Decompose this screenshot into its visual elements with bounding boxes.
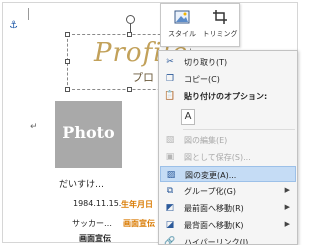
hobby-label: 画面宣伝: [123, 219, 155, 228]
anchor-icon[interactable]: ⚓: [9, 20, 18, 31]
menu-item-bring-to-front[interactable]: ◩ 最前面へ移動(R) ▶: [160, 200, 296, 216]
menu-item-label: 貼り付けのオプション:: [184, 92, 268, 101]
resize-handle-s[interactable]: [127, 87, 132, 92]
menu-item-hyperlink[interactable]: 🔗 ハイパーリンク(I)...: [160, 234, 296, 245]
crop-icon: [211, 10, 229, 26]
menu-item-label: 切り取り(T): [184, 58, 228, 67]
crop-button[interactable]: トリミング: [201, 6, 239, 44]
menu-item-label: 図として保存(S)...: [184, 153, 251, 162]
save-picture-icon: ▣: [165, 152, 175, 162]
document-page: ⚓ Profile プロ ↵ Photo だいすけ… 1984.11.15. 生…: [0, 0, 300, 245]
change-picture-icon: ▨: [166, 170, 176, 180]
scissors-icon: ✂: [166, 57, 174, 67]
edit-picture-icon: ▧: [165, 135, 175, 145]
menu-item-edit-picture[interactable]: ▧ 図の編集(E): [160, 132, 296, 148]
mini-toolbar: スタイル トリミング: [160, 3, 240, 47]
menu-item-label: 最背面へ移動(K): [184, 221, 244, 230]
style-button[interactable]: スタイル: [163, 6, 201, 44]
submenu-arrow-icon: ▶: [284, 203, 290, 211]
crop-label: トリミング: [202, 30, 238, 38]
birth-label: 生年月日: [121, 200, 153, 209]
paste-icon: 📋: [164, 91, 176, 101]
resize-handle-n[interactable]: [127, 32, 132, 37]
name-text: だいすけ…: [59, 180, 105, 190]
picture-style-icon: [173, 10, 191, 26]
menu-item-cut[interactable]: ✂ 切り取り(T): [160, 54, 296, 70]
paragraph-mark: ↵: [30, 122, 38, 132]
photo-placeholder[interactable]: Photo: [55, 101, 122, 168]
menu-item-label: ハイパーリンク(I)...: [184, 238, 256, 245]
rotate-handle[interactable]: [126, 15, 135, 24]
resize-handle-sw[interactable]: [65, 87, 70, 92]
group-icon: ⧉: [166, 186, 174, 196]
menu-separator: [183, 129, 295, 130]
hobby-text: サッカー…: [72, 219, 112, 228]
resize-handle-w[interactable]: [65, 59, 70, 64]
bring-front-icon: ◩: [165, 203, 175, 213]
menu-item-paste-options: 📋 貼り付けのオプション:: [160, 88, 296, 104]
hyperlink-icon: 🔗: [164, 237, 176, 245]
resize-handle-nw[interactable]: [65, 32, 70, 37]
copy-icon: ❐: [165, 74, 175, 84]
menu-item-label: グループ化(G): [184, 187, 236, 196]
context-menu: ✂ 切り取り(T) ❐ コピー(C) 📋 貼り付けのオプション: A ▧ 図の編…: [158, 50, 298, 245]
menu-item-change-picture[interactable]: ▨ 図の変更(A)...: [160, 166, 296, 182]
paste-picture-option[interactable]: A: [181, 109, 195, 125]
menu-item-label: 図の変更(A)...: [185, 171, 237, 180]
birth-date: 1984.11.15.: [73, 199, 122, 208]
menu-item-label: 最前面へ移動(R): [184, 204, 244, 213]
menu-item-label: 図の編集(E): [184, 136, 228, 145]
menu-item-copy[interactable]: ❐ コピー(C): [160, 71, 296, 87]
menu-item-save-picture[interactable]: ▣ 図として保存(S)...: [160, 149, 296, 165]
photo-label: Photo: [62, 123, 115, 142]
logo-subtext: プロ: [132, 71, 154, 84]
menu-item-send-to-back[interactable]: ◪ 最背面へ移動(K) ▶: [160, 217, 296, 233]
submenu-arrow-icon: ▶: [284, 220, 290, 228]
submenu-arrow-icon: ▶: [284, 186, 290, 194]
menu-item-label: コピー(C): [184, 75, 220, 84]
send-back-icon: ◪: [165, 220, 175, 230]
menu-item-group[interactable]: ⧉ グループ化(G) ▶: [160, 183, 296, 199]
margin-mark: [28, 8, 29, 20]
style-label: スタイル: [168, 30, 196, 38]
footer-text: 画面宣伝: [79, 234, 111, 243]
